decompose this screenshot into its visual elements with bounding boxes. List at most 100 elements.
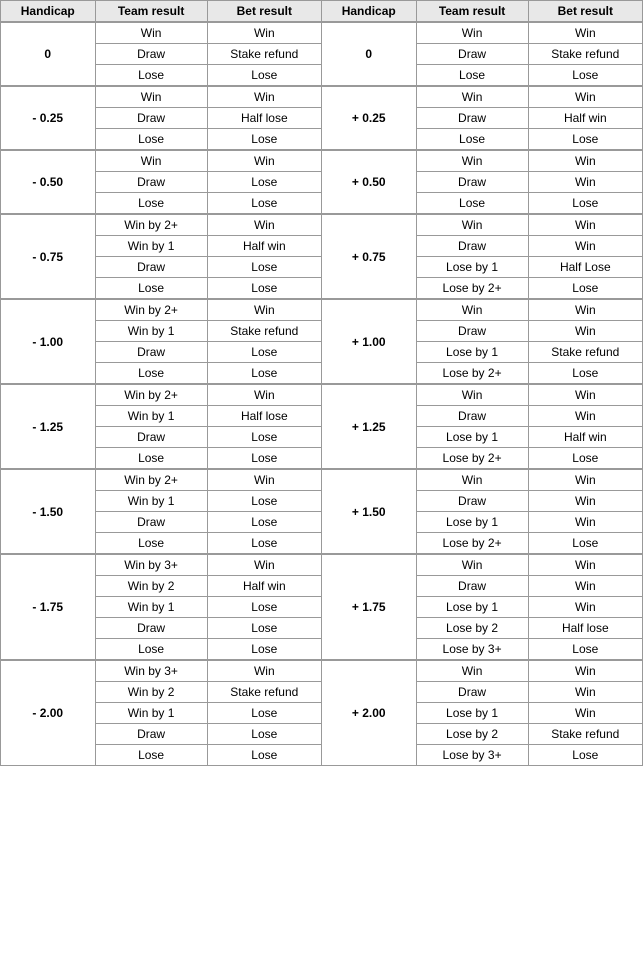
left-bet-result: Win — [207, 554, 321, 576]
left-team-result: Lose — [95, 193, 207, 215]
right-team-result: Win — [416, 384, 528, 406]
right-handicap-cell: + 0.75 — [321, 214, 416, 299]
left-bet-result: Win — [207, 384, 321, 406]
left-bet-result: Win — [207, 660, 321, 682]
left-bet-result: Win — [207, 299, 321, 321]
left-bet-result: Half win — [207, 576, 321, 597]
left-bet-result: Stake refund — [207, 682, 321, 703]
right-bet-result: Win — [528, 384, 642, 406]
right-bet-result: Win — [528, 299, 642, 321]
right-team-result: Draw — [416, 172, 528, 193]
left-handicap-cell: - 0.50 — [1, 150, 96, 214]
left-team-result: Win by 1 — [95, 597, 207, 618]
right-team-result: Win — [416, 299, 528, 321]
right-team-result: Lose by 3+ — [416, 639, 528, 661]
right-team-result: Lose by 3+ — [416, 745, 528, 766]
col-header-left-team: Team result — [95, 1, 207, 23]
right-bet-result: Win — [528, 660, 642, 682]
left-team-result: Win by 3+ — [95, 554, 207, 576]
left-team-result: Draw — [95, 342, 207, 363]
right-bet-result: Stake refund — [528, 44, 642, 65]
left-bet-result: Lose — [207, 724, 321, 745]
right-team-result: Draw — [416, 321, 528, 342]
left-bet-result: Lose — [207, 427, 321, 448]
right-bet-result: Win — [528, 469, 642, 491]
right-team-result: Lose by 2+ — [416, 448, 528, 470]
right-handicap-cell: + 1.25 — [321, 384, 416, 469]
right-bet-result: Win — [528, 512, 642, 533]
left-team-result: Win by 2+ — [95, 469, 207, 491]
left-bet-result: Lose — [207, 745, 321, 766]
handicap-table: Handicap Team result Bet result Handicap… — [0, 0, 643, 766]
right-team-result: Lose by 2+ — [416, 278, 528, 300]
right-bet-result: Half lose — [528, 618, 642, 639]
left-bet-result: Lose — [207, 278, 321, 300]
left-handicap-cell: - 1.25 — [1, 384, 96, 469]
right-team-result: Lose by 2+ — [416, 533, 528, 555]
right-team-result: Lose — [416, 65, 528, 87]
right-bet-result: Win — [528, 236, 642, 257]
right-bet-result: Lose — [528, 533, 642, 555]
left-team-result: Draw — [95, 172, 207, 193]
left-bet-result: Lose — [207, 129, 321, 151]
right-team-result: Lose — [416, 129, 528, 151]
left-team-result: Win — [95, 86, 207, 108]
right-handicap-cell: + 1.75 — [321, 554, 416, 660]
right-team-result: Win — [416, 150, 528, 172]
right-bet-result: Lose — [528, 363, 642, 385]
right-team-result: Draw — [416, 236, 528, 257]
right-handicap-cell: + 2.00 — [321, 660, 416, 766]
left-team-result: Win — [95, 150, 207, 172]
left-bet-result: Half lose — [207, 406, 321, 427]
right-handicap-cell: + 1.50 — [321, 469, 416, 554]
right-bet-result: Win — [528, 491, 642, 512]
left-handicap-cell: - 1.50 — [1, 469, 96, 554]
left-team-result: Win by 2 — [95, 682, 207, 703]
left-bet-result: Stake refund — [207, 321, 321, 342]
left-team-result: Win by 3+ — [95, 660, 207, 682]
left-handicap-cell: - 2.00 — [1, 660, 96, 766]
right-bet-result: Win — [528, 576, 642, 597]
left-bet-result: Lose — [207, 597, 321, 618]
left-bet-result: Win — [207, 150, 321, 172]
left-team-result: Win by 1 — [95, 491, 207, 512]
right-bet-result: Win — [528, 22, 642, 44]
left-team-result: Draw — [95, 427, 207, 448]
right-bet-result: Win — [528, 172, 642, 193]
right-bet-result: Win — [528, 682, 642, 703]
left-handicap-cell: - 1.00 — [1, 299, 96, 384]
left-bet-result: Win — [207, 469, 321, 491]
right-bet-result: Win — [528, 597, 642, 618]
left-team-result: Lose — [95, 363, 207, 385]
right-team-result: Draw — [416, 576, 528, 597]
left-team-result: Draw — [95, 618, 207, 639]
left-bet-result: Stake refund — [207, 44, 321, 65]
left-bet-result: Lose — [207, 491, 321, 512]
col-header-right-team: Team result — [416, 1, 528, 23]
right-team-result: Win — [416, 554, 528, 576]
left-team-result: Draw — [95, 44, 207, 65]
col-header-left-handicap: Handicap — [1, 1, 96, 23]
right-bet-result: Win — [528, 321, 642, 342]
right-handicap-cell: + 0.25 — [321, 86, 416, 150]
right-team-result: Draw — [416, 406, 528, 427]
left-team-result: Lose — [95, 639, 207, 661]
right-bet-result: Lose — [528, 448, 642, 470]
right-bet-result: Half Lose — [528, 257, 642, 278]
left-team-result: Lose — [95, 533, 207, 555]
right-bet-result: Lose — [528, 129, 642, 151]
left-bet-result: Lose — [207, 512, 321, 533]
right-bet-result: Lose — [528, 639, 642, 661]
left-bet-result: Lose — [207, 639, 321, 661]
left-team-result: Draw — [95, 257, 207, 278]
left-team-result: Win by 1 — [95, 321, 207, 342]
left-team-result: Draw — [95, 724, 207, 745]
col-header-left-bet: Bet result — [207, 1, 321, 23]
right-team-result: Lose by 2 — [416, 618, 528, 639]
right-team-result: Draw — [416, 491, 528, 512]
left-team-result: Draw — [95, 108, 207, 129]
right-team-result: Draw — [416, 108, 528, 129]
right-bet-result: Win — [528, 214, 642, 236]
right-team-result: Lose by 2 — [416, 724, 528, 745]
right-bet-result: Stake refund — [528, 724, 642, 745]
